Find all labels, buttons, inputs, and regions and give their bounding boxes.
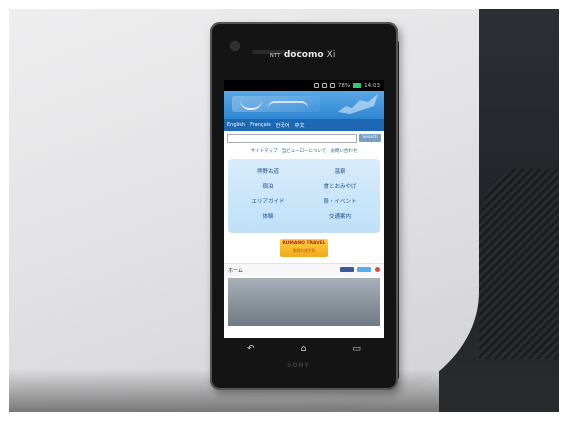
front-camera-icon xyxy=(231,42,239,50)
clock: 14:03 xyxy=(364,82,380,89)
lang-link-ko[interactable]: 한국어 xyxy=(276,122,290,129)
maker-logo: SONY xyxy=(287,362,310,369)
breadcrumb: ホーム xyxy=(224,263,384,276)
site-header xyxy=(224,91,384,119)
menu-item[interactable]: 交通案内 xyxy=(304,210,376,225)
android-nav-bar: ↶ ⌂ ▭ xyxy=(224,342,384,356)
carrier-logo: NTT docomo Xi xyxy=(270,50,336,60)
facebook-like-button[interactable] xyxy=(339,266,354,272)
menu-item[interactable]: 宿泊 xyxy=(232,180,304,195)
map-graphic xyxy=(338,94,378,114)
about-link[interactable]: 当ビューローについて xyxy=(282,148,327,154)
menu-item[interactable]: 祭・イベント xyxy=(304,195,376,210)
sub-links: サイトマップ 当ビューローについて お問い合わせ xyxy=(224,145,384,157)
share-buttons xyxy=(338,266,380,274)
menu-item[interactable]: 食とおみやげ xyxy=(304,180,376,195)
home-icon[interactable]: ⌂ xyxy=(301,344,307,354)
recent-apps-icon[interactable]: ▭ xyxy=(352,344,361,354)
nfc-icon xyxy=(313,83,319,88)
alarm-icon xyxy=(321,83,327,88)
wifi-icon xyxy=(329,83,335,88)
tweet-button[interactable] xyxy=(357,266,372,272)
menu-item[interactable]: エリアガイド xyxy=(232,195,304,210)
kumano-travel-banner[interactable]: KUMANO TRAVEL 熊野の旅予約 xyxy=(280,239,328,257)
menu-panel: 熊野古道 温泉 宿泊 食とおみやげ エリアガイド 祭・イベント 体験 交通案内 xyxy=(228,159,380,233)
menu-item[interactable]: 熊野古道 xyxy=(232,165,304,180)
kumano-title: KUMANO TRAVEL xyxy=(282,241,326,246)
sitemap-link[interactable]: サイトマップ xyxy=(251,148,278,154)
search-button[interactable]: Search xyxy=(359,134,381,142)
battery-percent: 78% xyxy=(337,82,351,89)
lang-link-zh[interactable]: 中文 xyxy=(294,122,304,129)
kumano-subtitle: 熊野の旅予約 xyxy=(292,248,316,253)
menu-item[interactable]: 体験 xyxy=(232,210,304,225)
back-icon[interactable]: ↶ xyxy=(247,344,255,354)
search-input[interactable] xyxy=(227,133,357,143)
status-bar: 78% 14:03 xyxy=(224,80,384,91)
site-logo[interactable] xyxy=(232,96,320,112)
chair xyxy=(479,169,559,359)
menu-item[interactable]: 温泉 xyxy=(304,165,376,180)
phone-screen: 78% 14:03 English Français 한국어 中文 Search… xyxy=(224,80,384,338)
lang-link-fr[interactable]: Français xyxy=(250,122,271,128)
search-row: Search xyxy=(224,131,384,145)
google-plus-button[interactable] xyxy=(375,266,380,272)
battery-icon xyxy=(353,83,362,88)
lang-link-en[interactable]: English xyxy=(227,122,245,128)
home-label[interactable]: ホーム xyxy=(228,267,243,274)
contact-link[interactable]: お問い合わせ xyxy=(330,148,357,154)
content-photo xyxy=(228,278,380,326)
language-bar: English Français 한국어 中文 xyxy=(224,119,384,131)
